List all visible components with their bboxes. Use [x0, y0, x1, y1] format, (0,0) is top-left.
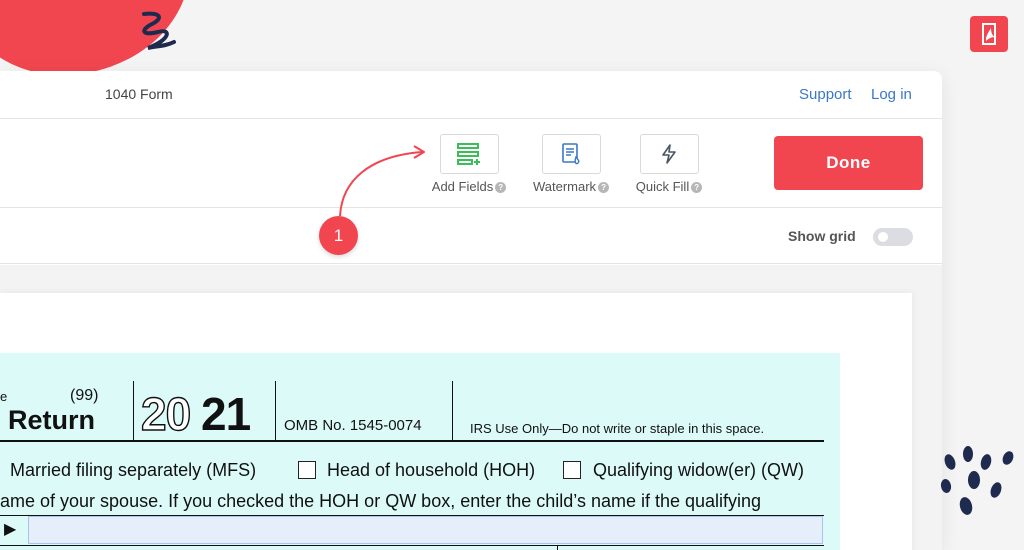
squiggle-decoration: [142, 11, 176, 50]
toolbar: Add Fields? Watermark? Quick Fill? Done: [0, 120, 942, 208]
spouse-name-field[interactable]: [28, 516, 823, 544]
top-bar: 1040 Form Support Log in: [0, 71, 942, 119]
watermark-button[interactable]: [541, 134, 601, 174]
grid-bar: Show grid: [0, 209, 942, 264]
add-fields-icon: [457, 143, 480, 165]
help-icon[interactable]: ?: [598, 182, 610, 194]
quick-fill-label: Quick Fill?: [619, 179, 719, 194]
form-divider: [0, 440, 824, 442]
add-fields-label: Add Fields?: [419, 179, 519, 194]
spouse-name-instruction: ame of your spouse. If you checked the H…: [0, 491, 762, 511]
form-cut-label: e: [0, 389, 8, 404]
form-return-label: Return: [8, 405, 95, 435]
filing-mfs-label: Married filing separately (MFS): [10, 460, 257, 480]
add-fields-tool[interactable]: Add Fields?: [419, 134, 519, 194]
watermark-tool[interactable]: Watermark?: [521, 134, 621, 194]
quick-fill-tool[interactable]: Quick Fill?: [619, 134, 719, 194]
paw-prints-decoration: [940, 446, 1014, 515]
help-icon[interactable]: ?: [691, 182, 703, 194]
show-grid-label: Show grid: [788, 228, 856, 244]
pointer-icon: ▶: [4, 521, 17, 538]
document-page: e (99) Return 20 21 OMB No. 1545-0074 IR…: [0, 293, 912, 550]
add-fields-button[interactable]: [439, 134, 499, 174]
pdf-logo-icon[interactable]: [970, 16, 1008, 52]
quick-fill-button[interactable]: [639, 134, 699, 174]
watermark-label: Watermark?: [521, 179, 621, 194]
hoh-checkbox[interactable]: [298, 461, 316, 479]
lightning-icon: [662, 144, 676, 164]
annotation-arrow-icon: [339, 145, 425, 217]
form-year-outline: 20: [140, 387, 192, 440]
document-title: 1040 Form: [105, 86, 173, 102]
login-link[interactable]: Log in: [871, 86, 912, 103]
editor-window: 1040 Form Support Log in Add Fields? Wat…: [0, 71, 942, 550]
document-canvas: e (99) Return 20 21 OMB No. 1545-0074 IR…: [0, 265, 942, 550]
filing-qw-label: Qualifying widow(er) (QW): [593, 460, 805, 480]
form-omb-number: OMB No. 1545-0074: [284, 417, 422, 434]
done-button[interactable]: Done: [774, 136, 923, 190]
help-icon[interactable]: ?: [495, 182, 507, 194]
form-irs-note: IRS Use Only—Do not write or staple in t…: [470, 421, 765, 436]
filing-hoh-label: Head of household (HOH): [327, 460, 536, 480]
toggle-knob: [878, 232, 888, 242]
show-grid-toggle[interactable]: [873, 228, 913, 246]
qw-checkbox[interactable]: [563, 461, 581, 479]
form-1040: e (99) Return 20 21 OMB No. 1545-0074 IR…: [0, 353, 840, 550]
form-code: (99): [70, 387, 99, 404]
form-year-bold: 21: [201, 388, 251, 440]
step-badge: 1: [319, 216, 358, 255]
watermark-icon: [562, 143, 580, 165]
support-link[interactable]: Support: [799, 86, 852, 103]
